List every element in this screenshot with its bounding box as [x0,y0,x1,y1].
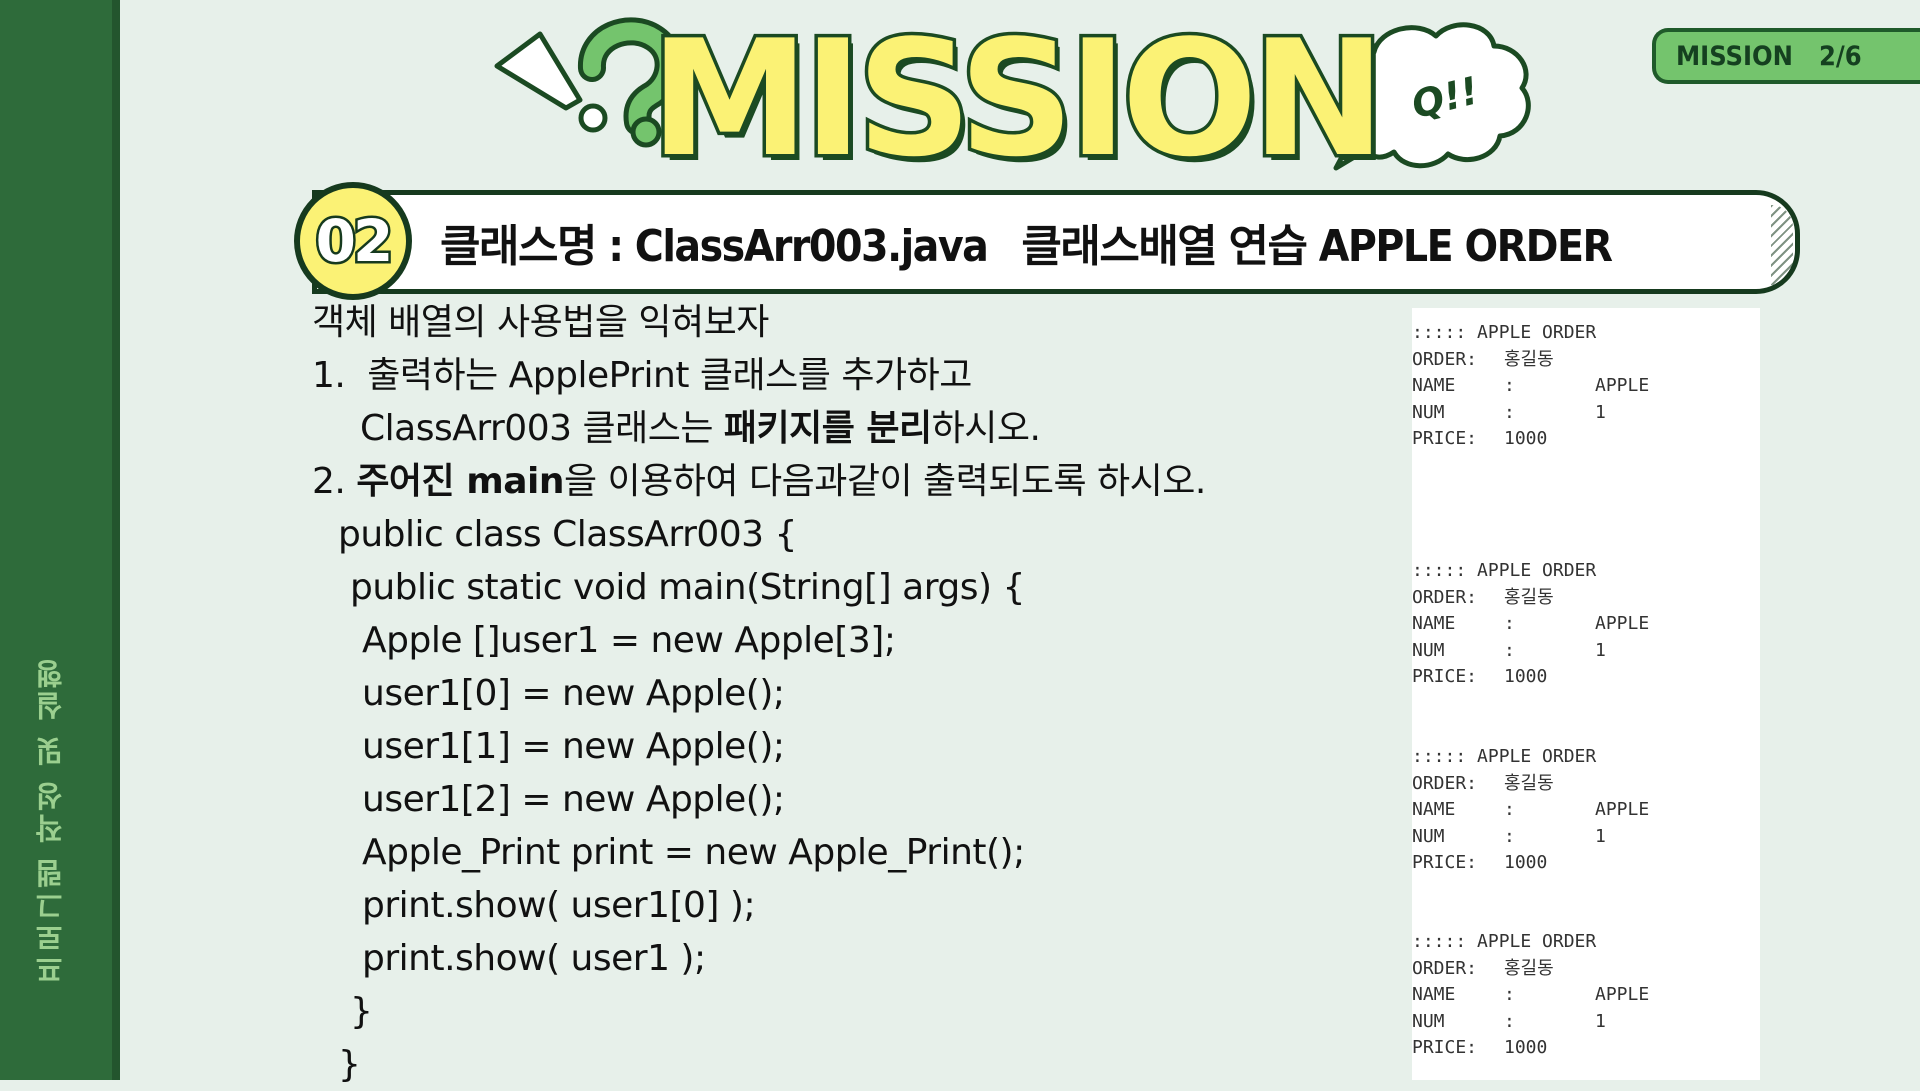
item-text: 을 이용하여 다음과같이 출력되도록 하시오. [563,461,1206,502]
num-label: NUM [1412,825,1445,847]
code-line: print.show( user1 ); [362,938,706,979]
order-label: ORDER: [1412,586,1478,608]
colon: : [1504,799,1515,820]
instruction-intro: 객체 배열의 사용법을 익혀보자 [312,302,769,343]
mission-number-badge: 02 [294,182,412,300]
colon: : [1504,825,1515,847]
price-label: PRICE: [1412,666,1478,687]
num-value: 1 [1595,401,1606,423]
instruction-item-1-cont: ClassArr003 클래스는 패키지를 분리하시오. [312,402,1362,455]
name-value: APPLE [1595,375,1650,396]
price-label: PRICE: [1412,428,1478,449]
name-value: APPLE [1595,984,1650,1005]
item-text-bold: 패키지를 분리 [723,408,932,449]
colon: : [1504,375,1515,396]
header-hatch [1771,205,1793,285]
class-name-label: 클래스명 : ClassArr003.java [440,221,989,272]
num-label: NUM [1412,1010,1445,1032]
code-line: Apple_Print print = new Apple_Print(); [362,832,1025,873]
console-header: ::::: APPLE ORDER [1412,560,1597,581]
order-value: 홍길동 [1504,348,1554,370]
mission-title: MISSION [646,5,1388,192]
num-label: NUM [1412,639,1445,661]
name-label: NAME [1412,613,1456,634]
num-label: NUM [1412,401,1445,423]
order-label: ORDER: [1412,957,1478,979]
name-label: NAME [1412,375,1456,396]
code-line: user1[2] = new Apple(); [362,779,785,820]
order-value: 홍길동 [1504,586,1554,608]
num-value: 1 [1595,1010,1606,1032]
price-value: 1000 [1504,666,1548,687]
code-line: public static void main(String[] args) { [350,567,1025,608]
num-value: 1 [1595,639,1606,661]
instruction-item-1: 1. 출력하는 ApplePrint 클래스를 추가하고 [312,349,1362,402]
price-value: 1000 [1504,1037,1548,1058]
item-text-bold: 주어진 main [356,461,564,502]
order-value: 홍길동 [1504,957,1554,979]
code-line: Apple []user1 = new Apple[3]; [362,620,896,661]
code-line: } [350,991,373,1032]
console-header: ::::: APPLE ORDER [1412,322,1597,343]
colon: : [1504,639,1515,661]
item-text: 하시오. [931,408,1041,449]
mission-header-text: 클래스명 : ClassArr003.java 클래스배열 연습 APPLE OR… [440,210,1613,274]
code-line: print.show( user1[0] ); [362,885,756,926]
code-line: } [338,1044,361,1085]
price-value: 1000 [1504,852,1548,873]
colon: : [1504,613,1515,634]
code-line: user1[1] = new Apple(); [362,726,785,767]
name-value: APPLE [1595,799,1650,820]
item-number: 1. [312,355,346,396]
instruction-item-2: 2. 주어진 main을 이용하여 다음과같이 출력되도록 하시오. [312,455,1362,508]
mission-number: 02 [313,205,396,278]
mission-topic: 클래스배열 연습 APPLE ORDER [1021,221,1613,272]
console-header: ::::: APPLE ORDER [1412,746,1597,767]
instructions: 객체 배열의 사용법을 익혀보자 1. 출력하는 ApplePrint 클래스를… [312,296,1362,1091]
price-value: 1000 [1504,428,1548,449]
code-line: public class ClassArr003 { [338,514,797,555]
colon: : [1504,1010,1515,1032]
name-label: NAME [1412,984,1456,1005]
item-text: ClassArr003 클래스는 [360,408,724,449]
price-label: PRICE: [1412,1037,1478,1058]
item-number: 2. [312,461,346,502]
order-value: 홍길동 [1504,772,1554,794]
price-label: PRICE: [1412,852,1478,873]
console-header: ::::: APPLE ORDER [1412,931,1597,952]
code-line: user1[0] = new Apple(); [362,673,785,714]
colon: : [1504,984,1515,1005]
colon: : [1504,401,1515,423]
item-text: 출력하는 ApplePrint 클래스를 추가하고 [367,355,972,396]
num-value: 1 [1595,825,1606,847]
name-value: APPLE [1595,613,1650,634]
name-label: NAME [1412,799,1456,820]
order-label: ORDER: [1412,772,1478,794]
console-output: ::::: APPLE ORDER ORDER: 홍길동 NAME: APPLE N… [1412,308,1760,1080]
order-label: ORDER: [1412,348,1478,370]
